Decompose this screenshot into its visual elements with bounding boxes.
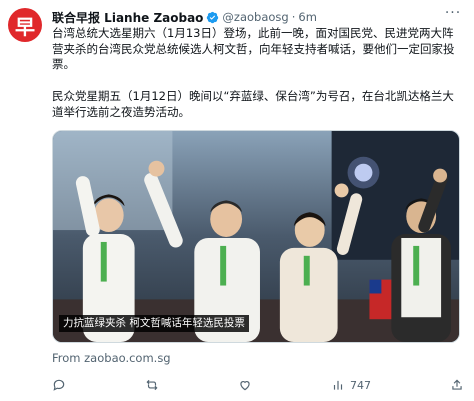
- views-count: 747: [350, 378, 371, 392]
- tweet-header: 联合早报 Lianhe Zaobao @zaobaosg · 6m: [52, 9, 317, 25]
- tweet-text-paragraph-2: 民众党星期五（1月12日）晚间以“弃蓝绿、保台湾”为号召，在台北凯达格兰大道举行…: [52, 89, 454, 119]
- timestamp[interactable]: 6m: [298, 10, 317, 24]
- views-button[interactable]: 747: [331, 378, 371, 392]
- separator-dot: ·: [291, 10, 296, 24]
- views-icon: [333, 380, 343, 390]
- reply-button[interactable]: [52, 378, 66, 392]
- reply-icon: [53, 379, 65, 391]
- display-name[interactable]: 联合早报 Lianhe Zaobao: [52, 9, 203, 26]
- retweet-button[interactable]: [145, 378, 159, 392]
- user-handle[interactable]: @zaobaosg: [222, 10, 288, 24]
- tweet-actions: 747: [52, 377, 464, 393]
- avatar[interactable]: 早: [8, 8, 42, 42]
- image-caption: 力抗蓝绿夹杀 柯文哲喊话年轻选民投票: [59, 315, 249, 332]
- like-icon: [240, 381, 250, 391]
- link-source[interactable]: From zaobao.com.sg: [52, 351, 171, 365]
- more-options-icon[interactable]: ···: [444, 6, 462, 22]
- like-button[interactable]: [238, 378, 252, 392]
- tweet-text-paragraph-1: 台湾总统大选星期六（1月13日）登场，此前一晚，面对国民党、民进党两大阵营夹杀的…: [52, 26, 455, 71]
- verified-badge-icon: [207, 11, 219, 23]
- rally-photo: [53, 131, 459, 342]
- avatar-glyph: 早: [15, 14, 35, 39]
- tweet-card[interactable]: 早 联合早报 Lianhe Zaobao @zaobaosg · 6m ··· …: [0, 0, 474, 401]
- share-icon: [452, 379, 462, 390]
- retweet-icon: [146, 379, 158, 391]
- share-button[interactable]: [450, 378, 464, 392]
- tweet-image[interactable]: 力抗蓝绿夹杀 柯文哲喊话年轻选民投票: [52, 130, 460, 343]
